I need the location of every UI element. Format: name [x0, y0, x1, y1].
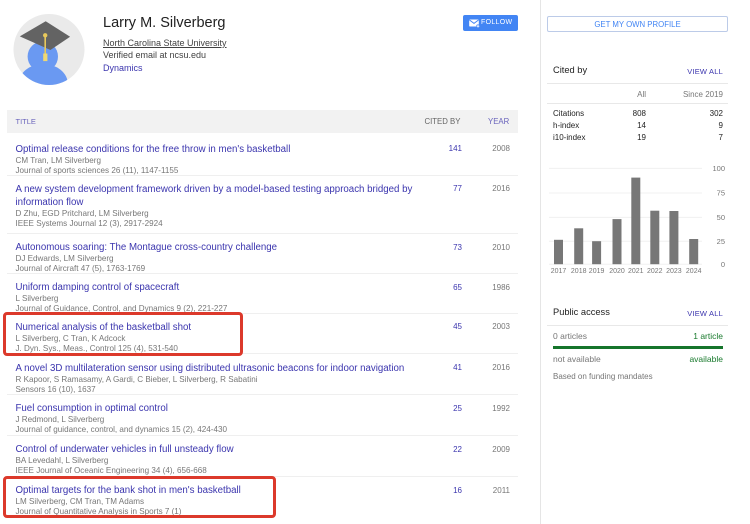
- svg-text:2022: 2022: [647, 268, 663, 275]
- svg-text:100: 100: [712, 164, 725, 173]
- svg-text:2021: 2021: [628, 268, 644, 275]
- svg-text:2023: 2023: [666, 268, 682, 275]
- svg-text:2024: 2024: [686, 268, 702, 275]
- svg-text:2020: 2020: [609, 268, 625, 275]
- svg-text:2018: 2018: [571, 268, 587, 275]
- svg-text:2017: 2017: [551, 268, 567, 275]
- svg-text:75: 75: [717, 189, 725, 198]
- svg-text:25: 25: [717, 237, 725, 246]
- svg-text:50: 50: [717, 213, 725, 222]
- svg-text:2019: 2019: [589, 268, 605, 275]
- svg-text:0: 0: [721, 260, 725, 269]
